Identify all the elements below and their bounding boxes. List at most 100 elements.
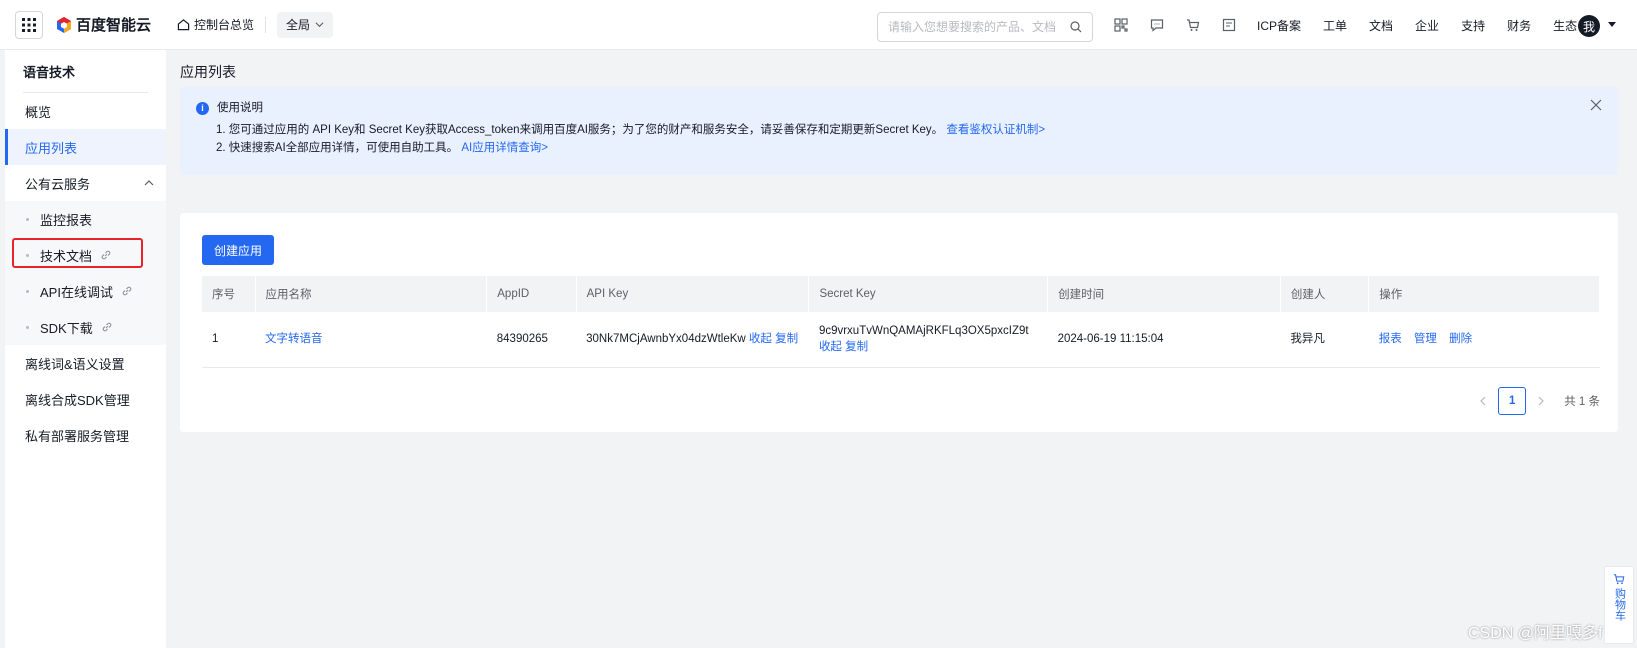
next-page-icon[interactable] xyxy=(1536,396,1546,406)
col-created: 创建时间 xyxy=(1047,276,1281,312)
avatar-caret-icon[interactable] xyxy=(1608,22,1616,27)
app-name-link[interactable]: 文字转语音 xyxy=(265,333,323,345)
main-content: 应用列表 i 使用说明 1. 您可通过应用的 API Key和 Secret K… xyxy=(166,50,1637,648)
app-detail-query-link[interactable]: AI应用详情查询> xyxy=(461,142,548,154)
message-icon[interactable] xyxy=(1149,17,1165,33)
notice-line-2: 2. 快速搜索AI全部应用详情，可使用自助工具。 AI应用详情查询> xyxy=(196,139,1602,157)
create-app-button[interactable]: 创建应用 xyxy=(202,235,275,265)
delete-link[interactable]: 删除 xyxy=(1449,333,1472,345)
sidebar-item-label: API在线调试 xyxy=(40,284,113,300)
nav-enterprise[interactable]: 企业 xyxy=(1415,17,1439,34)
prev-page-icon[interactable] xyxy=(1478,396,1488,406)
col-api-key: API Key xyxy=(576,276,810,312)
search-icon[interactable] xyxy=(1070,21,1082,33)
api-key-value: 30Nk7MCjAwnbYx04dzWtleKw xyxy=(586,333,746,346)
sidebar-item-sdk-download[interactable]: SDK下载 xyxy=(5,309,166,345)
region-select[interactable]: 全局 xyxy=(277,11,334,38)
sidebar-item-label: 应用列表 xyxy=(25,140,78,156)
home-link-label: 控制台总览 xyxy=(194,18,255,32)
col-ops: 操作 xyxy=(1368,276,1600,312)
sidebar-item-label: 离线词&语义设置 xyxy=(25,356,125,372)
nav-icp[interactable]: ICP备案 xyxy=(1257,17,1301,34)
table-header-row: 序号 应用名称 AppID API Key Secret Key 创建时间 创建… xyxy=(202,276,1600,312)
auth-mechanism-link[interactable]: 查看鉴权认证机制> xyxy=(946,124,1045,136)
floating-cart-label: 购物车 xyxy=(1613,588,1626,621)
page-button-current[interactable]: 1 xyxy=(1498,387,1527,415)
cell-created: 2024-06-19 11:15:04 xyxy=(1047,312,1281,368)
global-search xyxy=(877,12,1093,42)
grid-icon xyxy=(22,17,36,32)
cell-app-id: 84390265 xyxy=(486,312,577,368)
sidebar-item-api-debug[interactable]: API在线调试 xyxy=(5,273,166,309)
sidebar-item-label: 概览 xyxy=(25,104,52,120)
external-link-icon xyxy=(122,286,132,296)
close-icon[interactable] xyxy=(1590,99,1602,111)
sidebar-item-label: 公有云服务 xyxy=(25,176,91,192)
divider xyxy=(265,16,267,33)
nav-finance[interactable]: 财务 xyxy=(1507,17,1531,34)
bullet-icon xyxy=(26,217,29,221)
console-home-link[interactable]: 控制台总览 xyxy=(177,16,254,33)
notice-line-2-text: 2. 快速搜索AI全部应用详情，可使用自助工具。 xyxy=(216,142,459,154)
col-index: 序号 xyxy=(202,276,256,312)
bullet-icon xyxy=(26,253,29,257)
brand-logo[interactable]: 百度智能云 xyxy=(55,14,151,35)
cart-icon xyxy=(1613,574,1625,585)
sidebar-item-overview[interactable]: 概览 xyxy=(5,93,166,129)
secret-key-collapse-link[interactable]: 收起 xyxy=(819,341,842,353)
page-title: 应用列表 xyxy=(180,64,236,80)
sidebar-item-app-list[interactable]: 应用列表 xyxy=(5,129,166,165)
sidebar-item-label: 技术文档 xyxy=(40,248,93,264)
search-input[interactable] xyxy=(888,20,1070,34)
invoice-icon[interactable] xyxy=(1221,17,1237,33)
cell-api-key: 30Nk7MCjAwnbYx04dzWtleKw 收起 复制 xyxy=(576,312,809,368)
app-table: 序号 应用名称 AppID API Key Secret Key 创建时间 创建… xyxy=(202,276,1600,368)
cart-icon[interactable] xyxy=(1185,17,1201,33)
col-secret-key: Secret Key xyxy=(808,276,1049,312)
sidebar-item-tech-docs[interactable]: 技术文档 xyxy=(5,237,166,273)
pagination: 1 共 1 条 xyxy=(1468,387,1600,415)
qrcode-icon[interactable] xyxy=(1113,17,1129,33)
sidebar-item-private-deploy[interactable]: 私有部署服务管理 xyxy=(5,417,166,453)
sidebar-item-label: 监控报表 xyxy=(40,212,93,228)
toolbar-icons xyxy=(1113,17,1257,33)
sidebar-item-monitor[interactable]: 监控报表 xyxy=(5,201,166,237)
manage-link[interactable]: 管理 xyxy=(1414,333,1437,345)
sidebar-item-label: SDK下载 xyxy=(40,320,93,336)
sidebar-item-offline-sdk[interactable]: 离线合成SDK管理 xyxy=(5,381,166,417)
secret-key-copy-link[interactable]: 复制 xyxy=(845,341,868,353)
cell-ops: 报表 管理 删除 xyxy=(1368,312,1600,368)
sidebar-group-public-cloud[interactable]: 公有云服务 xyxy=(5,165,166,201)
watermark: CSDN @阿里嘎多f xyxy=(1468,625,1603,642)
api-key-collapse-link[interactable]: 收起 xyxy=(749,333,772,345)
bullet-icon xyxy=(26,325,29,329)
app-grid-button[interactable] xyxy=(15,10,43,39)
col-app-name: 应用名称 xyxy=(255,276,488,312)
sidebar-title: 语音技术 xyxy=(23,65,76,80)
avatar[interactable]: 我 xyxy=(1578,15,1600,37)
col-app-id: AppID xyxy=(486,276,577,312)
region-label: 全局 xyxy=(286,18,311,32)
cell-app-name: 文字转语音 xyxy=(255,312,487,368)
sidebar-item-label: 离线合成SDK管理 xyxy=(25,392,130,408)
nav-ticket[interactable]: 工单 xyxy=(1323,17,1347,34)
notice-line-1-text: 1. 您可通过应用的 API Key和 Secret Key获取Access_t… xyxy=(216,124,944,136)
secret-key-value: 9c9vrxuTvWnQAMAjRKFLq3OX5pxcIZ9t xyxy=(818,325,1029,338)
chevron-down-icon xyxy=(315,22,324,28)
external-link-icon xyxy=(102,322,112,332)
home-icon xyxy=(177,19,190,31)
nav-docs[interactable]: 文档 xyxy=(1369,17,1393,34)
sidebar: 语音技术 概览 应用列表 公有云服务 监控报表 技术文档 API在线调试 SDK… xyxy=(5,50,166,648)
cell-index: 1 xyxy=(202,312,255,368)
sidebar-item-label: 私有部署服务管理 xyxy=(25,428,130,444)
floating-cart[interactable]: 购物车 xyxy=(1604,566,1634,644)
logo-icon xyxy=(57,16,71,33)
report-link[interactable]: 报表 xyxy=(1379,333,1402,345)
api-key-copy-link[interactable]: 复制 xyxy=(775,333,798,345)
info-icon: i xyxy=(196,101,209,115)
nav-ecosystem[interactable]: 生态 xyxy=(1553,17,1577,34)
nav-support[interactable]: 支持 xyxy=(1461,17,1485,34)
notice-heading: i 使用说明 xyxy=(196,99,1602,117)
sidebar-item-offline-words[interactable]: 离线词&语义设置 xyxy=(5,345,166,381)
cell-secret-key: 9c9vrxuTvWnQAMAjRKFLq3OX5pxcIZ9t 收起 复制 xyxy=(808,312,1048,368)
